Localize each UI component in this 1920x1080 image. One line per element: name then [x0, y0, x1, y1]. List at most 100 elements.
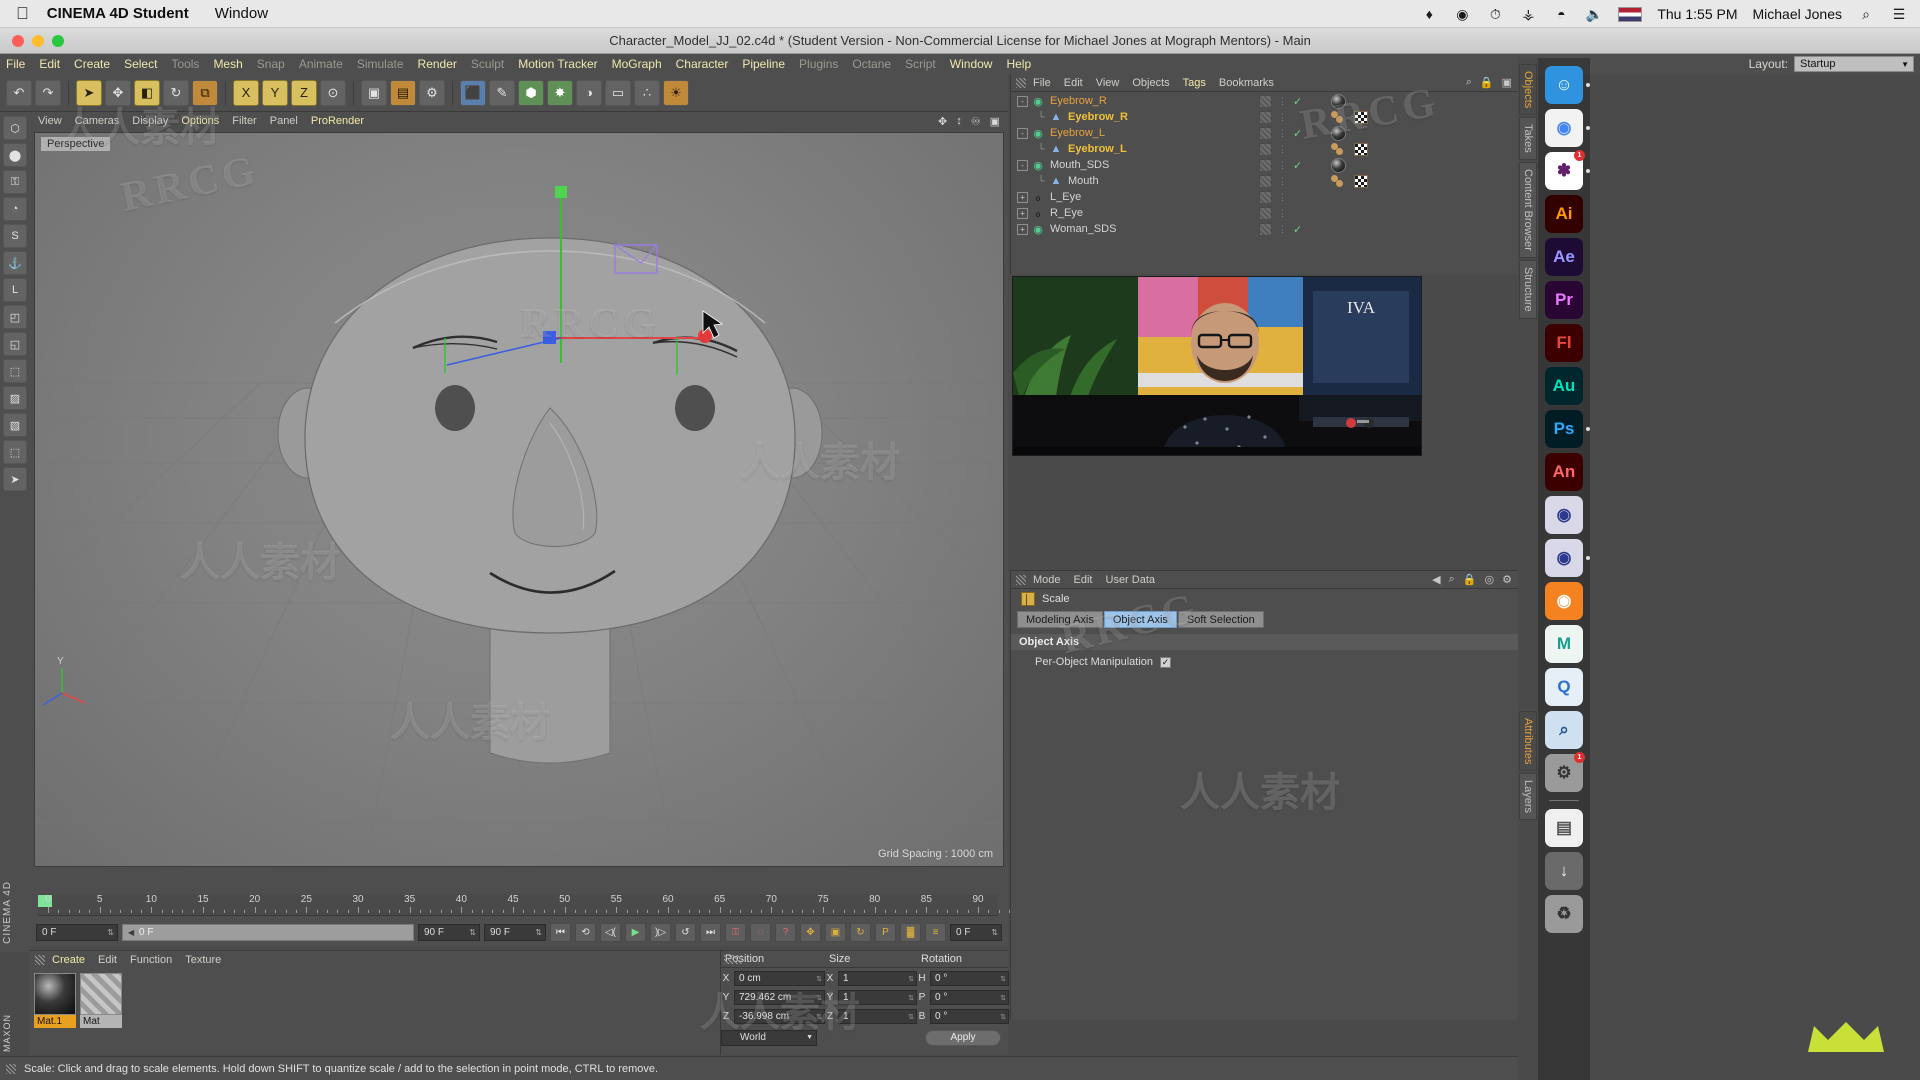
rotate-view-icon[interactable]: ♾ [971, 115, 981, 128]
visibility-toggle[interactable] [1259, 111, 1272, 124]
keyframe-selection-button[interactable]: ? [775, 923, 796, 942]
stepper-icon[interactable]: ⇅ [469, 928, 476, 937]
viewport-menu-options[interactable]: Options [181, 115, 219, 127]
object-row[interactable]: -◉Eyebrow_L⋮✓ [1011, 125, 1519, 141]
menu-help[interactable]: Help [1006, 57, 1031, 71]
object-name[interactable]: Eyebrow_R [1050, 95, 1107, 107]
uv-tag-icon[interactable] [1354, 143, 1368, 156]
cube-primitive-button[interactable]: ⬛ [460, 80, 486, 106]
loop-button[interactable]: ↺ [675, 923, 696, 942]
attr-menu-edit[interactable]: Edit [1074, 574, 1093, 586]
material-name[interactable]: Mat [80, 1015, 122, 1028]
stepper-icon[interactable]: ⇅ [816, 975, 822, 983]
visibility-dots-icon[interactable]: ⋮ [1278, 208, 1287, 219]
size-y-input[interactable]: 1⇅ [838, 990, 917, 1005]
tree-expander[interactable]: + [1017, 224, 1028, 235]
material-menu-create[interactable]: Create [52, 954, 85, 966]
material-tag-icon[interactable] [1331, 158, 1346, 173]
audition-icon[interactable]: Au [1545, 367, 1583, 405]
record-key-button[interactable]: ⚿ [725, 923, 746, 942]
panel-grip-icon[interactable] [1016, 575, 1026, 585]
visibility-toggle[interactable] [1259, 127, 1272, 140]
timeline-scrubber[interactable]: ◀0 F [122, 924, 414, 941]
uv-tag-icon[interactable] [1354, 111, 1368, 124]
tree-expander[interactable]: + [1017, 192, 1028, 203]
move-tool[interactable]: ✥ [105, 80, 131, 106]
tab-soft-selection[interactable]: Soft Selection [1178, 611, 1264, 628]
trash-icon[interactable]: ♻ [1545, 895, 1583, 933]
object-row[interactable]: +₀L_Eye⋮ [1011, 189, 1519, 205]
tree-expander[interactable]: - [1017, 128, 1028, 139]
aftereffects-icon[interactable]: Ae [1545, 238, 1583, 276]
scene-object-button[interactable]: ◑ [576, 80, 602, 106]
camera-button[interactable]: ▭ [605, 80, 631, 106]
cinema4d-icon[interactable]: ◉ [1545, 496, 1583, 534]
zoom-view-icon[interactable]: ↕ [956, 115, 962, 128]
layer-icon[interactable]: ▣ [1502, 76, 1512, 89]
layout-dropdown[interactable]: Startup ▼ [1794, 56, 1914, 72]
object-name[interactable]: Eyebrow_L [1050, 127, 1105, 139]
tree-expander[interactable]: + [1017, 208, 1028, 219]
visibility-toggle[interactable] [1259, 223, 1272, 236]
object-name[interactable]: Eyebrow_L [1068, 143, 1127, 155]
timemachine-icon[interactable]: ⏱ [1486, 5, 1504, 23]
stepper-icon[interactable]: ⇅ [908, 975, 914, 983]
panel-tab-objects[interactable]: Objects [1519, 64, 1537, 115]
visibility-dots-icon[interactable]: ⋮ [1278, 224, 1287, 235]
stepper-icon[interactable]: ⇅ [1000, 1013, 1006, 1021]
om-menu-tags[interactable]: Tags [1183, 77, 1206, 89]
visibility-toggle[interactable] [1259, 191, 1272, 204]
menu-select[interactable]: Select [124, 57, 157, 71]
menu-octane[interactable]: Octane [852, 57, 891, 71]
panel-tab-layers[interactable]: Layers [1519, 773, 1537, 820]
rotation-p-input[interactable]: 0 °⇅ [930, 990, 1009, 1005]
tree-expander[interactable]: - [1017, 160, 1028, 171]
enable-checkmark-icon[interactable]: ✓ [1293, 127, 1302, 140]
edge-mode-button[interactable]: ◱ [3, 332, 27, 356]
perspective-viewport[interactable]: Perspective [34, 132, 1004, 867]
dropbox-icon[interactable]: ♦ [1420, 5, 1438, 23]
enable-checkmark-icon[interactable]: ✓ [1293, 95, 1302, 108]
object-row[interactable]: -◉Eyebrow_R⋮✓ [1011, 93, 1519, 109]
current-frame-field[interactable]: 0 F⇅ [36, 924, 118, 941]
axis-tool[interactable]: ⧉ [192, 80, 218, 106]
tab-modeling-axis[interactable]: Modeling Axis [1017, 611, 1103, 628]
photoshop-icon[interactable]: Ps [1545, 410, 1583, 448]
coordinate-system-dropdown[interactable]: World ▼ [721, 1030, 817, 1046]
premiere-icon[interactable]: Pr [1545, 281, 1583, 319]
viewport-menu-filter[interactable]: Filter [232, 115, 256, 127]
param-key-button[interactable]: P [875, 923, 896, 942]
polygon-mode-button[interactable]: ◰ [3, 305, 27, 329]
object-name[interactable]: Mouth_SDS [1050, 159, 1109, 171]
documents-stack-icon[interactable]: ▤ [1545, 809, 1583, 847]
lock-icon[interactable]: 🔒 [1463, 573, 1477, 586]
object-row[interactable]: └▲Eyebrow_R⋮ [1011, 109, 1519, 125]
model-mode-button[interactable]: ⬚ [3, 440, 27, 464]
pla-key-button[interactable]: ▓ [900, 923, 921, 942]
us-flag-icon[interactable] [1618, 7, 1642, 22]
om-menu-objects[interactable]: Objects [1132, 77, 1169, 89]
visibility-dots-icon[interactable]: ⋮ [1278, 144, 1287, 155]
light-button[interactable]: ☀ [663, 80, 689, 106]
viewport-solo-button[interactable]: ⬤ [3, 143, 27, 167]
deformer-lock-button[interactable]: ⬡ [3, 116, 27, 140]
menu-sculpt[interactable]: Sculpt [471, 57, 504, 71]
tab-object-axis[interactable]: Object Axis [1104, 611, 1177, 628]
clock[interactable]: Thu 1:55 PM [1657, 6, 1737, 22]
menu-file[interactable]: File [6, 57, 25, 71]
enable-checkmark-icon[interactable]: ✓ [1293, 223, 1302, 236]
material-name[interactable]: Mat.1 [34, 1015, 76, 1028]
mograph-button[interactable]: ∴ [634, 80, 660, 106]
play-button[interactable]: ▶ [625, 923, 646, 942]
document-end-field[interactable]: 90 F⇅ [484, 924, 546, 941]
timeline-toggle-button[interactable]: ≡ [925, 923, 946, 942]
panel-tab-structure[interactable]: Structure [1519, 260, 1537, 319]
position-x-input[interactable]: 0 cm⇅ [734, 971, 825, 986]
rotation-h-input[interactable]: 0 °⇅ [930, 971, 1009, 986]
preview-icon[interactable]: ⌕ [1545, 711, 1583, 749]
size-z-input[interactable]: 1⇅ [838, 1009, 917, 1024]
x-axis-lock[interactable]: X [233, 80, 259, 106]
material-tag-icon[interactable] [1331, 94, 1346, 109]
enable-axis-button[interactable]: ⚓ [3, 251, 27, 275]
workplane-button[interactable]: ◔ [3, 197, 27, 221]
